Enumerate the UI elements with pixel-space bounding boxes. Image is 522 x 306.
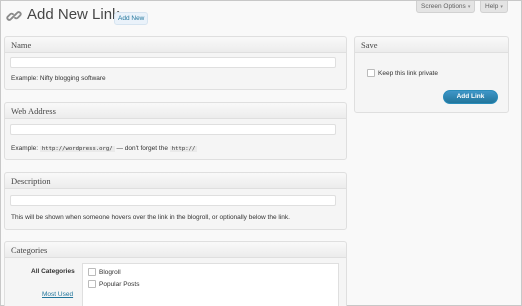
description-hint: This will be shown when someone hovers o…	[11, 214, 290, 221]
name-box: Name Example: Nifty blogging software	[4, 36, 347, 90]
screen-options-button[interactable]: Screen Options ▾	[416, 1, 476, 13]
description-box-title: Description	[5, 173, 346, 189]
web-address-box: Web Address Example: http://wordpress.or…	[4, 102, 347, 160]
name-input[interactable]	[10, 57, 336, 68]
add-new-button[interactable]: Add New	[114, 12, 149, 25]
categories-box-title: Categories	[5, 242, 346, 258]
blogroll-checkbox[interactable]	[88, 268, 96, 276]
category-item-popular-posts[interactable]: Popular Posts	[88, 280, 139, 288]
save-box-title: Save	[355, 37, 508, 53]
help-button[interactable]: Help ▾	[480, 1, 508, 13]
screen-options-label: Screen Options	[421, 3, 466, 10]
description-box: Description This will be shown when some…	[4, 172, 347, 230]
help-label: Help	[485, 3, 499, 10]
link-chain-icon	[6, 11, 22, 21]
keep-private-option[interactable]: Keep this link private	[367, 69, 438, 77]
save-box: Save Keep this link private Add Link	[354, 36, 509, 113]
add-link-button[interactable]: Add Link	[443, 90, 498, 104]
description-input[interactable]	[10, 195, 336, 206]
category-item-blogroll[interactable]: Blogroll	[88, 268, 121, 276]
name-box-title: Name	[5, 37, 346, 53]
name-hint: Example: Nifty blogging software	[11, 75, 106, 82]
category-label: Blogroll	[99, 268, 121, 276]
chevron-down-icon: ▾	[500, 4, 503, 10]
web-address-hint: Example: http://wordpress.org/ — don't f…	[11, 145, 198, 152]
hint-example-url: http://wordpress.org/	[39, 146, 115, 152]
chevron-down-icon: ▾	[467, 4, 471, 10]
category-label: Popular Posts	[99, 280, 140, 288]
category-list: Blogroll Popular Posts	[82, 263, 339, 306]
tab-all-categories[interactable]: All Categories	[31, 268, 75, 275]
hint-middle: — don't forget the	[116, 145, 168, 152]
categories-box: Categories All Categories Most Used Blog…	[4, 241, 347, 306]
keep-private-checkbox[interactable]	[367, 69, 375, 77]
hint-prefix: Example:	[11, 145, 39, 152]
hint-protocol: http://	[169, 146, 198, 152]
web-address-input[interactable]	[10, 124, 336, 135]
popular-posts-checkbox[interactable]	[88, 280, 96, 288]
web-address-box-title: Web Address	[5, 103, 346, 119]
page-title: Add New Link	[27, 6, 120, 23]
tab-most-used[interactable]: Most Used	[42, 291, 73, 298]
keep-private-label: Keep this link private	[378, 69, 438, 77]
